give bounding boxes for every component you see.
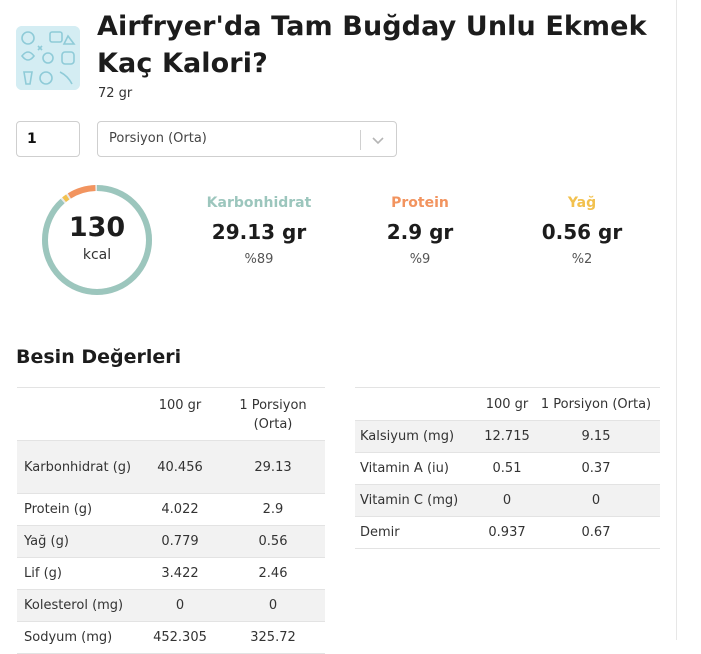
value-per-portion: 0.56 — [258, 534, 288, 549]
macro-label: Protein — [391, 195, 449, 211]
value-per-portion: 0 — [268, 598, 278, 613]
food-weight: 72 gr — [98, 86, 133, 101]
nutrient-name: Vitamin C (mg) — [360, 493, 459, 508]
value-per-100g: 452.305 — [153, 630, 207, 645]
column-header: 100 gr — [485, 396, 529, 412]
value-per-100g: 0 — [175, 598, 185, 613]
nutrient-name: Protein (g) — [24, 502, 93, 517]
calorie-unit: kcal — [82, 247, 112, 263]
value-per-100g: 0.937 — [488, 525, 526, 540]
quantity-input[interactable] — [16, 121, 80, 157]
macro-label: Karbonhidrat — [206, 195, 312, 211]
nutrition-table-main: 100 gr 1 Porsiyon (Orta) Karbonhidrat (g… — [17, 387, 325, 654]
value-per-100g: 12.715 — [484, 429, 530, 444]
table-header-row: 100 gr 1 Porsiyon (Orta) — [17, 388, 325, 441]
table-header-row: 100 gr 1 Porsiyon (Orta) — [355, 388, 660, 421]
nutrient-name: Kolesterol (mg) — [24, 598, 124, 613]
value-per-100g: 3.422 — [161, 566, 199, 581]
macro-amount: 0.56 gr — [541, 220, 623, 244]
macro-protein: Protein 2.9 gr %9 — [345, 195, 495, 267]
column-header — [355, 388, 482, 421]
value-per-100g: 0.779 — [161, 534, 199, 549]
nutrient-name: Vitamin A (iu) — [360, 461, 449, 476]
page-divider — [676, 0, 677, 640]
value-per-100g: 0.51 — [492, 461, 522, 476]
portion-select[interactable]: Porsiyon (Orta) — [97, 121, 397, 157]
table-row: Vitamin A (iu) 0.51 0.37 — [355, 453, 660, 485]
macro-carbohydrate: Karbonhidrat 29.13 gr %89 — [184, 195, 334, 267]
table-row: Demir 0.937 0.67 — [355, 517, 660, 549]
value-per-portion: 0.37 — [581, 461, 611, 476]
value-per-100g: 40.456 — [157, 459, 203, 475]
value-per-portion: 29.13 — [254, 459, 292, 475]
macro-percent: %89 — [244, 252, 274, 267]
table-row: Lif (g) 3.422 2.46 — [17, 558, 325, 590]
nutrition-section-title: Besin Değerleri — [16, 346, 182, 368]
macro-amount: 29.13 gr — [211, 220, 307, 244]
value-per-portion: 2.9 — [262, 502, 284, 517]
value-per-portion: 325.72 — [250, 630, 296, 645]
value-per-100g: 4.022 — [161, 502, 199, 517]
nutrient-name: Lif (g) — [24, 566, 62, 581]
value-per-portion: 0.67 — [581, 525, 611, 540]
table-row: Vitamin C (mg) 0 0 — [355, 484, 660, 517]
value-per-portion: 0 — [591, 493, 601, 508]
table-row: Karbonhidrat (g) 40.456 29.13 — [17, 440, 325, 494]
table-row: Kolesterol (mg) 0 0 — [17, 589, 325, 622]
chevron-down-icon — [372, 137, 384, 145]
food-title: Airfryer'da Tam Buğday Unlu Ekmek Kaç Ka… — [97, 11, 647, 79]
macro-percent: %2 — [571, 252, 593, 267]
column-header — [17, 388, 139, 441]
nutrition-table-minerals: 100 gr 1 Porsiyon (Orta) Kalsiyum (mg) 1… — [355, 387, 660, 549]
table-row: Kalsiyum (mg) 12.715 9.15 — [355, 420, 660, 453]
nutrient-name: Yağ (g) — [24, 534, 69, 549]
macro-percent: %9 — [409, 252, 431, 267]
table-row: Sodyum (mg) 452.305 325.72 — [17, 622, 325, 654]
macro-amount: 2.9 gr — [386, 220, 454, 244]
nutrient-name: Karbonhidrat (g) — [24, 459, 132, 475]
macro-fat: Yağ 0.56 gr %2 — [507, 195, 657, 267]
nutrient-name: Demir — [360, 525, 400, 540]
food-thumbnail — [16, 26, 80, 90]
table-row: Yağ (g) 0.779 0.56 — [17, 525, 325, 558]
value-per-100g: 0 — [502, 493, 512, 508]
column-header: 1 Porsiyon (Orta) — [540, 396, 652, 412]
value-per-portion: 2.46 — [258, 566, 288, 581]
calorie-value: 130 — [68, 212, 126, 243]
table-row: Protein (g) 4.022 2.9 — [17, 494, 325, 526]
column-header: 1 Porsiyon (Orta) — [239, 398, 307, 432]
nutrient-name: Sodyum (mg) — [24, 630, 113, 645]
food-pattern-icon — [16, 26, 80, 90]
nutrient-name: Kalsiyum (mg) — [360, 429, 455, 444]
macro-label: Yağ — [567, 195, 597, 211]
portion-select-value: Porsiyon (Orta) — [109, 131, 207, 146]
select-separator — [360, 130, 361, 150]
column-header: 100 gr — [158, 398, 202, 413]
value-per-portion: 9.15 — [581, 429, 611, 444]
